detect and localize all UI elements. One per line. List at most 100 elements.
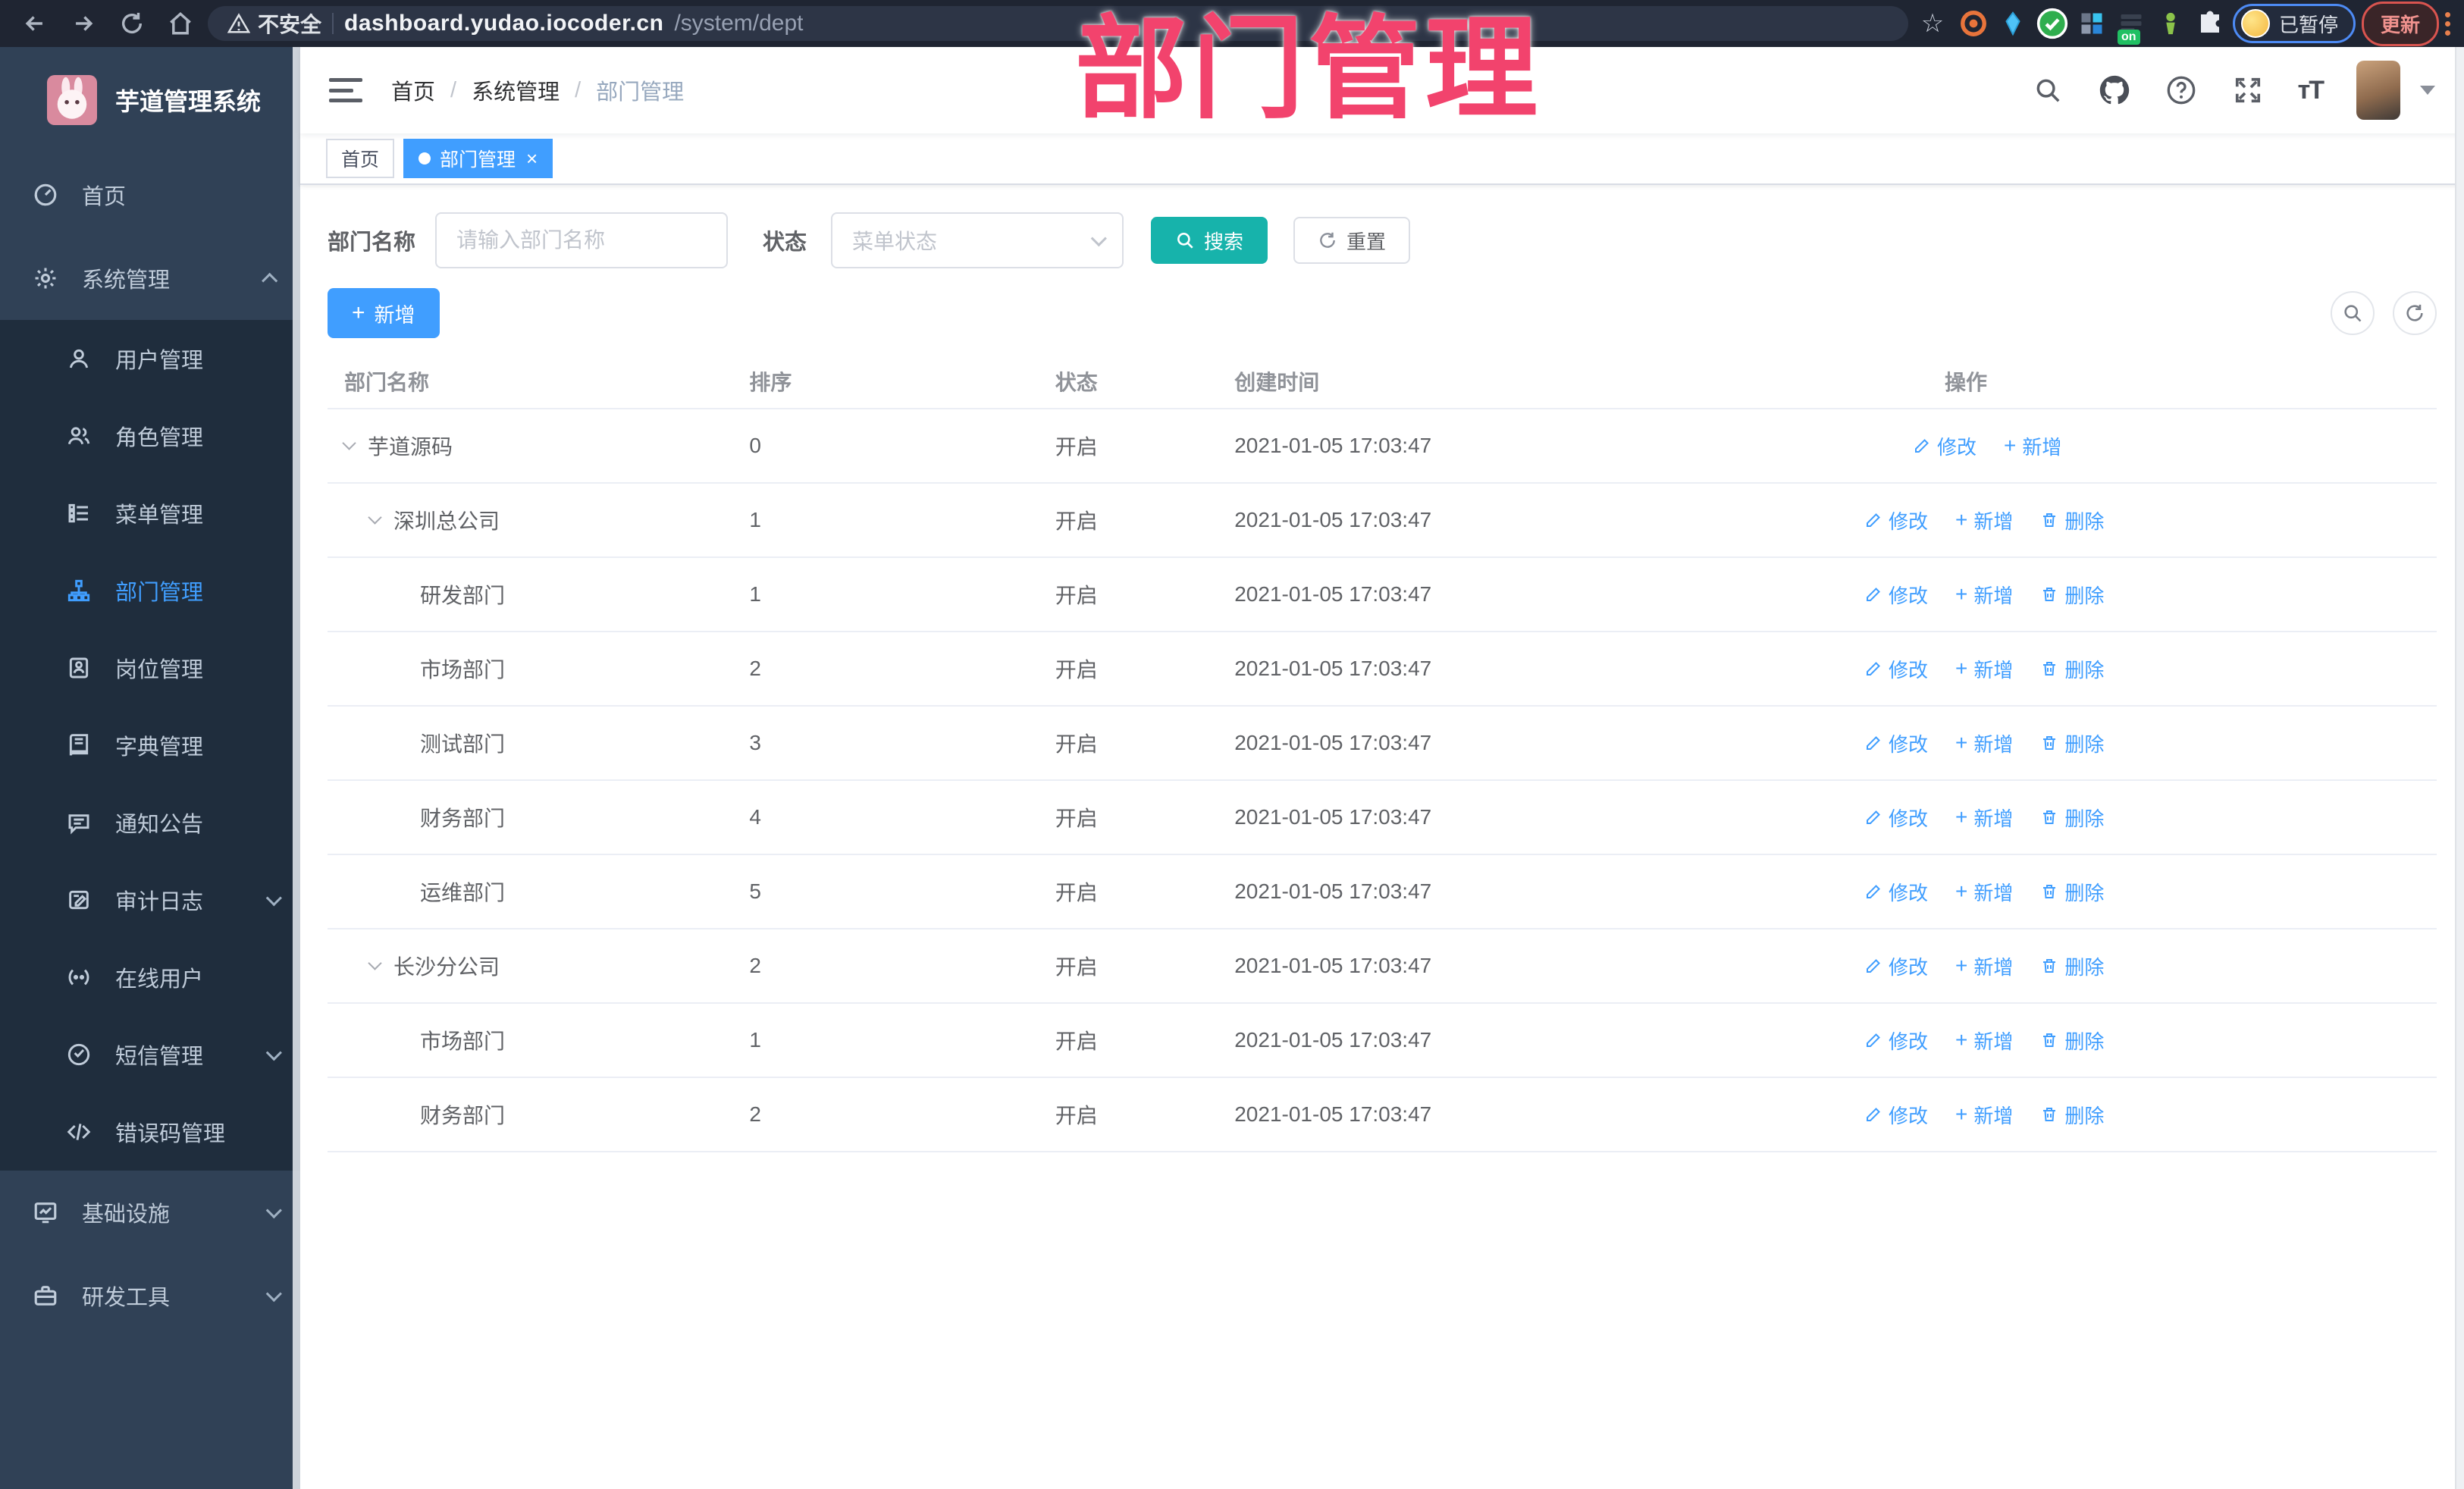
edit-link[interactable]: 修改 [1864,1027,1928,1055]
add-link[interactable]: + 新增 [1955,1027,2013,1055]
sidebar-item-post[interactable]: 岗位管理 [0,629,300,707]
status-select[interactable]: 菜单状态 [831,212,1124,268]
sidebar-item-role[interactable]: 角色管理 [0,397,300,475]
add-link[interactable]: + 新增 [2004,432,2061,460]
user-menu-caret-icon[interactable] [2420,86,2435,95]
close-tag-icon[interactable]: × [526,149,538,168]
font-size-icon[interactable]: тT [2298,76,2324,105]
sidebar-item-audit[interactable]: 审计日志 [0,861,300,939]
delete-link[interactable]: 删除 [2040,952,2104,980]
delete-link[interactable]: 删除 [2040,804,2104,832]
chevron-down-icon [265,1202,282,1218]
status-text: 开启 [1055,1030,1098,1053]
extension-tiles-icon[interactable] [2075,7,2108,40]
sidebar-item-system[interactable]: 系统管理 [0,237,300,320]
expand-caret-icon[interactable] [342,435,356,450]
add-link[interactable]: + 新增 [1955,1101,2013,1129]
add-link[interactable]: + 新增 [1955,655,2013,683]
tag-dept[interactable]: 部门管理 × [403,139,553,178]
user-avatar[interactable] [2356,61,2400,120]
add-link[interactable]: + 新增 [1955,729,2013,757]
breadcrumb-system[interactable]: 系统管理 [472,74,560,106]
chrome-menu-icon[interactable] [2445,11,2450,36]
sidebar-item-errcode[interactable]: 错误码管理 [0,1093,300,1171]
sidebar-item-tools[interactable]: 研发工具 [0,1254,300,1337]
bookmark-star-icon[interactable]: ☆ [1914,8,1951,39]
collapse-sidebar-icon[interactable] [329,75,362,105]
sidebar-item-dict[interactable]: 字典管理 [0,707,300,784]
update-button[interactable]: 更新 [2361,1,2439,46]
page-content: 部门名称 状态 菜单状态 搜索 重置 [300,185,2464,1489]
add-link[interactable]: + 新增 [1955,506,2013,534]
edit-link[interactable]: 修改 [1864,729,1928,757]
edit-link[interactable]: 修改 [1864,952,1928,980]
breadcrumb-home[interactable]: 首页 [391,74,435,106]
sidebar-item-notice[interactable]: 通知公告 [0,784,300,861]
header-name: 部门名称 [344,371,430,394]
search-button[interactable]: 搜索 [1151,217,1268,264]
code-icon [65,1118,92,1146]
table-row: 芋道源码 0 开启 2021-01-05 17:03:47 修改 + 新增 [328,409,2437,484]
edit-link[interactable]: 修改 [1864,1101,1928,1129]
forward-icon[interactable] [62,2,105,45]
toggle-search-button[interactable] [2331,291,2375,335]
expand-caret-icon[interactable] [368,509,382,525]
github-icon[interactable] [2098,74,2131,107]
tag-home[interactable]: 首页 [326,139,395,178]
edit-link[interactable]: 修改 [1864,506,1928,534]
online-users-icon [65,964,92,991]
edit-link[interactable]: 修改 [1864,878,1928,906]
edit-link[interactable]: 修改 [1864,655,1928,683]
add-link[interactable]: + 新增 [1955,878,2013,906]
extension-check-icon[interactable] [2036,7,2069,40]
url-bar[interactable]: 不安全 dashboard.yudao.iocoder.cn /system/d… [208,6,1908,41]
fullscreen-icon[interactable] [2231,74,2265,107]
edit-link[interactable]: 修改 [1864,581,1928,609]
sidebar-item-dept[interactable]: 部门管理 [0,552,300,629]
delete-link[interactable]: 删除 [2040,729,2104,757]
sidebar-item-infra[interactable]: 基础设施 [0,1171,300,1254]
extensions-puzzle-icon[interactable] [2193,7,2227,40]
dept-name-input[interactable] [435,212,729,268]
status-text: 开启 [1055,435,1098,459]
help-icon[interactable] [2165,74,2198,107]
delete-link[interactable]: 删除 [2040,506,2104,534]
add-button[interactable]: + 新增 [328,288,440,338]
add-link[interactable]: + 新增 [1955,952,2013,980]
extension-gem-icon[interactable] [1996,7,2030,40]
not-secure-warning[interactable]: 不安全 [227,8,321,39]
refresh-button[interactable] [2393,291,2437,335]
delete-link[interactable]: 删除 [2040,1027,2104,1055]
edit-link[interactable]: 修改 [1864,804,1928,832]
delete-link[interactable]: 删除 [2040,655,2104,683]
sidebar-item-user[interactable]: 用户管理 [0,320,300,397]
page-scrollbar[interactable] [2455,47,2464,1489]
status-text: 开启 [1055,881,1098,904]
profile-paused-chip[interactable]: 已暂停 [2232,4,2356,43]
sidebar-item-sms[interactable]: 短信管理 [0,1016,300,1093]
edit-link[interactable]: 修改 [1913,432,1977,460]
annotation-title: 部门管理 [1075,7,1542,132]
search-icon[interactable] [2031,74,2064,107]
sidebar-item-home[interactable]: 首页 [0,153,300,237]
delete-link[interactable]: 删除 [2040,581,2104,609]
extension-list-on-icon[interactable]: on [2114,7,2148,45]
reload-icon[interactable] [111,2,153,45]
extension-figure-icon[interactable] [2154,7,2187,40]
reset-button[interactable]: 重置 [1293,217,1411,264]
add-link[interactable]: + 新增 [1955,804,2013,832]
add-link[interactable]: + 新增 [1955,581,2013,609]
expand-caret-icon[interactable] [368,955,382,970]
sidebar-item-menu[interactable]: 菜单管理 [0,475,300,552]
sidebar-item-online[interactable]: 在线用户 [0,939,300,1016]
url-path: /system/dept [674,11,804,36]
table-row: 研发部门 1 开启 2021-01-05 17:03:47 修改 + 新增 删除 [328,558,2437,632]
header-status: 状态 [1055,371,1098,394]
delete-link[interactable]: 删除 [2040,1101,2104,1129]
sidebar-scrollbar[interactable] [293,47,300,1489]
sidebar: 芋道管理系统 首页 系统管理 用户管理 角色管理 菜单管理 部门管理 岗位管理 … [0,47,300,1489]
back-icon[interactable] [14,2,56,45]
extension-target-icon[interactable] [1957,7,1990,40]
home-icon[interactable] [159,2,202,45]
delete-link[interactable]: 删除 [2040,878,2104,906]
